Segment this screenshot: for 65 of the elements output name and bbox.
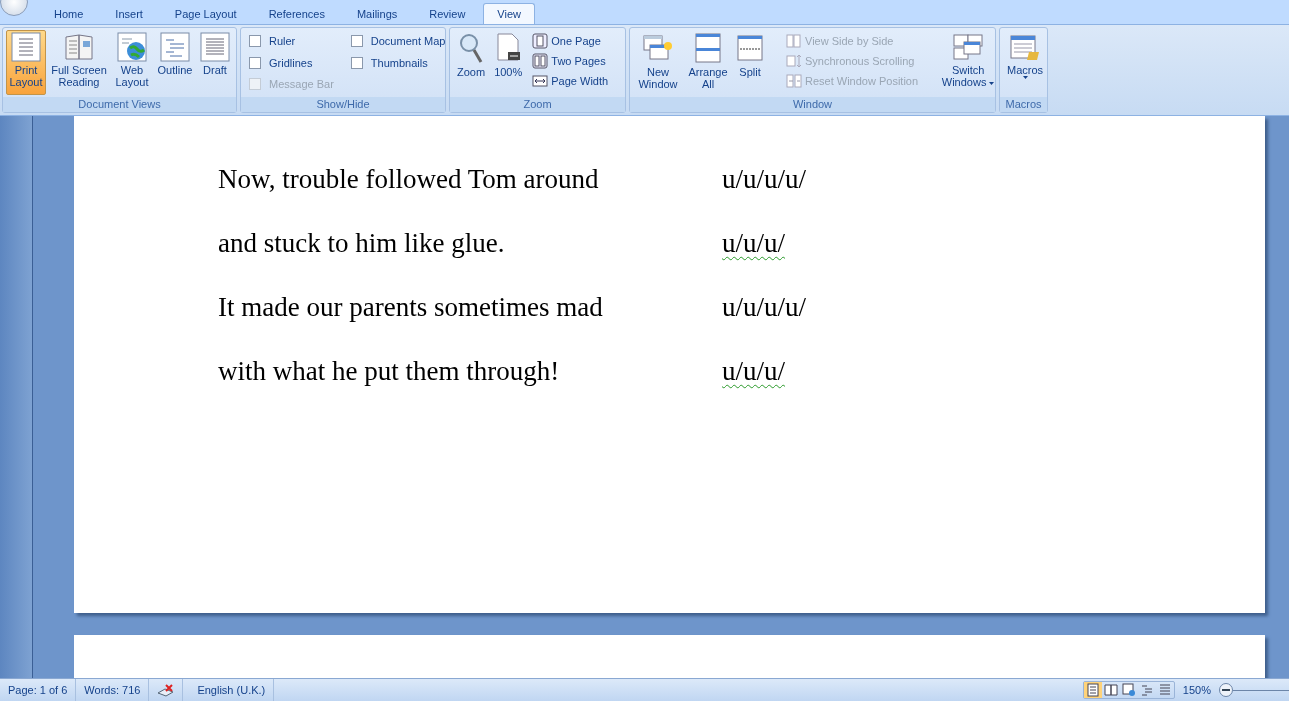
ribbon-button[interactable]: Print Layout bbox=[6, 30, 46, 95]
ribbon-button[interactable]: Arrange All bbox=[684, 30, 732, 95]
two-pages-icon bbox=[532, 53, 549, 69]
page-icon bbox=[11, 32, 41, 62]
lines-page-icon bbox=[200, 32, 230, 62]
ribbon-tab[interactable]: Insert bbox=[101, 3, 157, 24]
ribbon-button[interactable]: Two Pages bbox=[530, 52, 611, 70]
language-status[interactable]: English (U.K.) bbox=[183, 679, 275, 701]
group-title: Zoom bbox=[450, 97, 625, 112]
ribbon-tab[interactable]: References bbox=[254, 3, 339, 24]
group-title: Document Views bbox=[3, 97, 236, 112]
checkbox[interactable]: Gridlines bbox=[247, 53, 336, 72]
stacked-windows-icon bbox=[693, 32, 723, 64]
page-100-icon bbox=[494, 32, 523, 64]
ribbon-button[interactable]: Zoom bbox=[453, 30, 490, 95]
single-page-icon bbox=[532, 33, 549, 49]
scansion-text: u/u/u/u/ bbox=[722, 164, 806, 196]
proofing-error-icon bbox=[157, 683, 175, 697]
ribbon-tab[interactable]: View bbox=[483, 3, 535, 24]
ribbon-button[interactable]: Switch Windows bbox=[937, 30, 995, 90]
split-window-icon bbox=[735, 32, 765, 64]
view-button[interactable] bbox=[1101, 682, 1120, 698]
group-title: Macros bbox=[1000, 97, 1047, 112]
open-book-icon bbox=[64, 32, 94, 62]
scansion-text: u/u/u/ bbox=[722, 356, 785, 388]
group-title: Show/Hide bbox=[241, 97, 445, 112]
ribbon-button[interactable]: Page Width bbox=[530, 72, 611, 90]
ribbon-button[interactable]: 100% bbox=[490, 30, 527, 95]
ribbon-tab[interactable]: Mailings bbox=[342, 3, 412, 24]
verse-line: Now, trouble followed Tom around bbox=[218, 164, 600, 196]
checkbox[interactable]: Document Map bbox=[348, 32, 445, 50]
windows-icon bbox=[952, 32, 985, 62]
page-width-icon bbox=[532, 73, 549, 89]
outline-icon bbox=[160, 32, 190, 62]
verse-line: and stuck to him like glue. bbox=[218, 228, 506, 260]
ribbon-button[interactable]: One Page bbox=[530, 32, 611, 50]
globe-page-icon bbox=[117, 32, 147, 62]
ribbon-button[interactable]: Outline bbox=[153, 30, 197, 95]
scansion-text: u/u/u/u/ bbox=[722, 292, 806, 324]
ribbon-tab[interactable]: Review bbox=[415, 3, 480, 24]
zoom-out-button[interactable] bbox=[1219, 683, 1233, 697]
scansion-text: u/u/u/ bbox=[722, 228, 785, 260]
status-text: Words: 716 bbox=[76, 679, 150, 701]
side-by-side-icon bbox=[786, 33, 802, 49]
ribbon-tab[interactable]: Home bbox=[40, 3, 98, 24]
status-text: Page: 1 of 6 bbox=[0, 679, 77, 701]
checkbox[interactable]: Ruler bbox=[247, 32, 336, 50]
ribbon-button[interactable]: Web Layout bbox=[112, 30, 152, 95]
checkbox[interactable]: Thumbnails bbox=[348, 54, 445, 72]
ribbon-button[interactable]: New Window bbox=[633, 30, 683, 95]
ribbon-button[interactable]: Macros bbox=[1003, 30, 1047, 95]
scroll-arrows-icon bbox=[786, 53, 802, 69]
view-button[interactable] bbox=[1083, 682, 1102, 698]
reset-windows-icon bbox=[786, 73, 802, 89]
ribbon-tab[interactable]: Page Layout bbox=[160, 3, 251, 24]
minus-icon bbox=[1222, 689, 1230, 691]
verse-line: with what he put them through! bbox=[218, 356, 561, 388]
macro-sheet-icon bbox=[1009, 32, 1042, 62]
verse-line: It made our parents sometimes mad bbox=[218, 292, 604, 324]
ribbon-button[interactable]: Draft bbox=[198, 30, 232, 95]
ribbon-button[interactable]: Split bbox=[733, 30, 767, 95]
group-title: Window bbox=[630, 97, 995, 112]
view-button[interactable] bbox=[1119, 682, 1138, 698]
ribbon-button[interactable]: Full Screen Reading bbox=[47, 30, 111, 95]
zoom-level[interactable]: 150% bbox=[1182, 684, 1211, 696]
